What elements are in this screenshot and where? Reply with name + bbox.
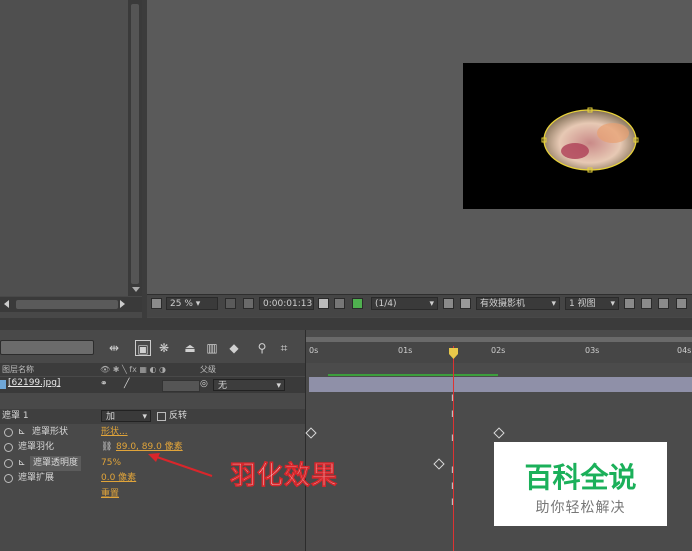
frame-blending-icon[interactable]: ▥ bbox=[204, 340, 220, 356]
comp-mini-flowchart-icon[interactable]: ⇹ bbox=[106, 340, 122, 356]
mask-shape-label: 遮罩形状 bbox=[32, 427, 69, 437]
toggle-pixel-aspect-icon[interactable] bbox=[624, 298, 635, 309]
view-layout-dropdown[interactable]: 1 视图 ▾ bbox=[565, 297, 619, 310]
stopwatch-icon[interactable] bbox=[4, 443, 13, 452]
watermark-subtitle: 助你轻松解决 bbox=[535, 500, 626, 516]
grid-icon[interactable] bbox=[243, 298, 254, 309]
timeline-search-input[interactable] bbox=[0, 340, 94, 355]
motion-blur-icon[interactable]: ◆ bbox=[226, 340, 242, 356]
switches-icons: 👁 ✱ ╲ fx ▦ ◐ ◑ bbox=[100, 365, 167, 374]
camera-value: 有效摄影机 bbox=[480, 299, 526, 309]
stopwatch-icon[interactable] bbox=[4, 459, 13, 468]
parent-dropdown[interactable]: 无 ▾ bbox=[213, 379, 285, 391]
parent-value: 无 bbox=[218, 381, 228, 391]
keyframe-nav-icon: ⊾ bbox=[18, 427, 26, 437]
pickwhip-icon[interactable]: ◎ bbox=[200, 379, 208, 389]
invert-label: 反转 bbox=[169, 411, 188, 421]
camera-dropdown[interactable]: 有效摄影机 ▾ bbox=[476, 297, 560, 310]
fast-previews-icon[interactable] bbox=[641, 298, 652, 309]
mask-shape-row[interactable]: ⊾ 遮罩形状 形状... bbox=[0, 425, 305, 440]
flowchart-icon[interactable] bbox=[676, 298, 687, 309]
project-hscroll-thumb[interactable] bbox=[16, 300, 118, 309]
constrain-link-icon[interactable]: ⛓ bbox=[101, 440, 112, 455]
scroll-left-arrow-icon[interactable] bbox=[4, 300, 9, 308]
safe-zone-icon[interactable] bbox=[225, 298, 236, 309]
reset-link[interactable]: 重置 bbox=[101, 487, 119, 502]
mask-mode-value: 加 bbox=[106, 412, 116, 422]
scroll-right-arrow-icon[interactable] bbox=[120, 300, 125, 308]
mask-shape-value[interactable]: 形状... bbox=[101, 425, 128, 440]
graph-editor-icon[interactable]: ⌗ bbox=[276, 340, 292, 356]
mask-opacity-label: 遮罩透明度 bbox=[30, 456, 82, 471]
stopwatch-icon[interactable] bbox=[4, 474, 13, 483]
region-of-interest-icon[interactable] bbox=[443, 298, 454, 309]
mask-feather-label: 遮罩羽化 bbox=[18, 442, 55, 452]
live-update-icon[interactable]: ▣ bbox=[135, 340, 151, 356]
invert-checkbox[interactable] bbox=[157, 412, 166, 421]
keyframe-nav-icon: ⊾ bbox=[18, 458, 26, 468]
parent-column[interactable]: 父级 bbox=[200, 363, 216, 376]
tick-01s: 01s bbox=[398, 346, 413, 355]
composition-canvas[interactable] bbox=[463, 63, 692, 209]
channel-rgb-icon[interactable] bbox=[352, 298, 363, 309]
tick-0s: 0s bbox=[309, 346, 319, 355]
cache-indicator bbox=[328, 374, 498, 376]
timeline-toggle-icon[interactable] bbox=[658, 298, 669, 309]
zoom-dropdown[interactable]: 25 % ▾ bbox=[166, 297, 218, 310]
work-area-bar[interactable] bbox=[306, 337, 692, 342]
zoom-value: 25 % bbox=[170, 299, 193, 309]
annotation-label: 羽化效果 bbox=[229, 460, 339, 492]
layer-duration-bar[interactable] bbox=[309, 377, 692, 392]
show-snapshot-icon[interactable] bbox=[334, 298, 345, 309]
scroll-down-arrow-icon[interactable] bbox=[132, 287, 140, 292]
watermark-title: 百科全说 bbox=[524, 461, 637, 494]
layer-switch-boxes[interactable] bbox=[162, 380, 200, 392]
layer-name[interactable]: [62199.jpg] bbox=[8, 378, 60, 388]
hide-shy-layers-icon[interactable]: ⏏ bbox=[182, 340, 198, 356]
resolution-dropdown[interactable]: (1/4) ▾ bbox=[371, 297, 438, 310]
layer-footage-icon bbox=[0, 380, 6, 389]
panel-separator bbox=[0, 318, 692, 330]
mask-expansion-value[interactable]: 0.0 像素 bbox=[101, 471, 136, 486]
column-header: 图层名称 👁 ✱ ╲ fx ▦ ◐ ◑ 父级 bbox=[0, 363, 305, 376]
current-time-indicator[interactable] bbox=[453, 346, 454, 551]
brainstorm-icon[interactable]: ⚲ bbox=[254, 340, 270, 356]
tick-03s: 03s bbox=[585, 346, 600, 355]
mask-mode-dropdown[interactable]: 加 ▾ bbox=[101, 410, 151, 422]
draft-3d-icon[interactable]: ❋ bbox=[156, 340, 172, 356]
view-layout-value: 1 视图 bbox=[569, 299, 596, 309]
masked-cat-image bbox=[541, 107, 639, 173]
tick-02s: 02s bbox=[491, 346, 506, 355]
project-panel bbox=[0, 0, 128, 296]
timecode-display[interactable]: 0:00:01:13 bbox=[259, 297, 314, 310]
annotation-arrow bbox=[148, 453, 213, 477]
quality-icon[interactable]: ╱ bbox=[124, 379, 129, 389]
resolution-value: (1/4) bbox=[375, 299, 397, 309]
stopwatch-icon[interactable] bbox=[4, 428, 13, 437]
layer-switch-icon[interactable]: ⚭ bbox=[100, 379, 108, 389]
mask-opacity-value[interactable]: 75% bbox=[101, 456, 121, 471]
project-scroll-thumb[interactable] bbox=[131, 4, 139, 284]
always-preview-icon[interactable] bbox=[151, 298, 162, 309]
layer-row[interactable]: [62199.jpg] ⚭ ╱ ◎ 无 ▾ bbox=[0, 377, 305, 393]
layer-name-column[interactable]: 图层名称 bbox=[2, 363, 34, 376]
mask-row[interactable]: 遮罩 1 加 ▾ 反转 bbox=[0, 409, 305, 424]
snapshot-camera-icon[interactable] bbox=[318, 298, 329, 309]
mask-name[interactable]: 遮罩 1 bbox=[2, 409, 29, 424]
transparency-grid-icon[interactable] bbox=[460, 298, 471, 309]
tick-04s: 04s bbox=[677, 346, 692, 355]
mask-expansion-label: 遮罩扩展 bbox=[18, 473, 55, 483]
